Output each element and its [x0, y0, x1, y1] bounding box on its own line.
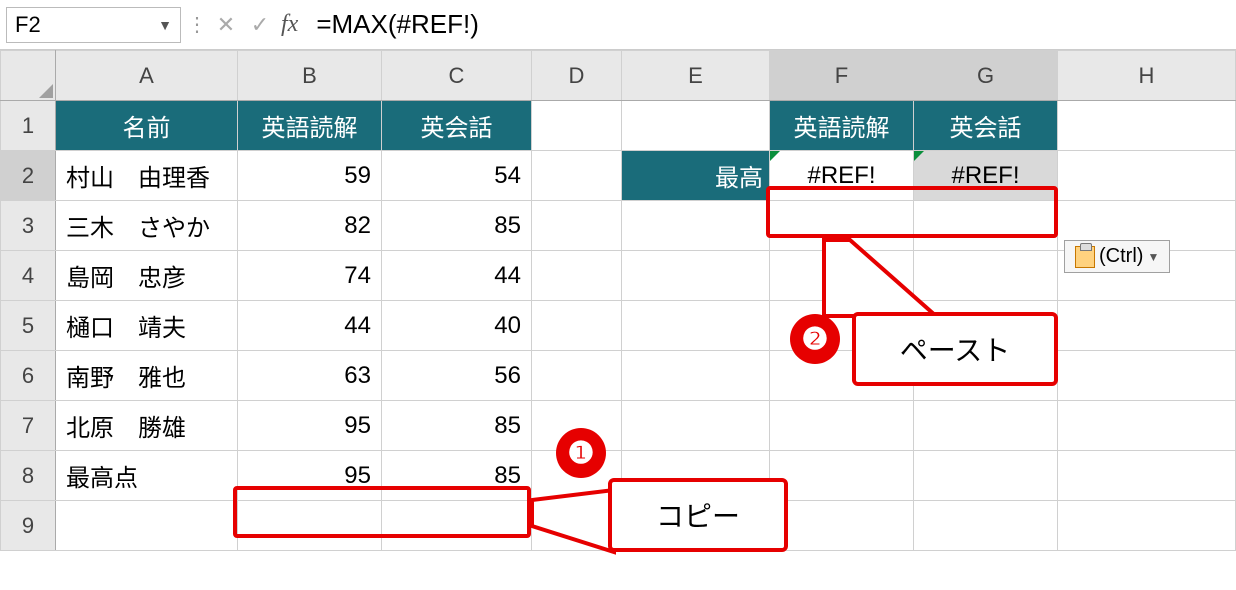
formula-input[interactable] — [308, 7, 1236, 43]
col-head-B[interactable]: B — [238, 51, 382, 101]
row-head-8[interactable]: 8 — [1, 451, 56, 501]
cell-G9[interactable] — [914, 501, 1058, 551]
fx-icon[interactable]: fx — [281, 11, 298, 38]
name-box-value: F2 — [15, 12, 41, 38]
cell-E3[interactable] — [622, 201, 770, 251]
row-head-9[interactable]: 9 — [1, 501, 56, 551]
cell-A3[interactable]: 三木 さやか — [56, 201, 238, 251]
cell-H7[interactable] — [1058, 401, 1236, 451]
cell-C2[interactable]: 54 — [382, 151, 532, 201]
accept-formula-icon[interactable]: ✓ — [243, 8, 277, 42]
cell-B2[interactable]: 59 — [238, 151, 382, 201]
formula-bar: F2 ▼ ⋮ ✕ ✓ fx — [0, 0, 1236, 50]
cell-B9[interactable] — [238, 501, 382, 551]
chevron-down-icon: ▼ — [1147, 250, 1159, 264]
annotation-copy-label: コピー — [656, 495, 740, 535]
max-label: 最高 — [715, 165, 763, 192]
row-head-4[interactable]: 4 — [1, 251, 56, 301]
cell-H8[interactable] — [1058, 451, 1236, 501]
cell-E5[interactable] — [622, 301, 770, 351]
worksheet-grid: A B C D E F G H 1 名前 英語読解 英会話 英語読解 英会話 2… — [0, 50, 1236, 551]
cell-D6[interactable] — [532, 351, 622, 401]
annotation-copy-callout: コピー — [608, 478, 788, 552]
cell-E6[interactable] — [622, 351, 770, 401]
cell-G2[interactable]: #REF! — [914, 151, 1058, 201]
cell-H6[interactable] — [1058, 351, 1236, 401]
col-head-H[interactable]: H — [1058, 51, 1236, 101]
header-speaking-2[interactable]: 英会話 — [914, 101, 1058, 151]
cell-D4[interactable] — [532, 251, 622, 301]
row-head-3[interactable]: 3 — [1, 201, 56, 251]
cell-E4[interactable] — [622, 251, 770, 301]
cell-H2[interactable] — [1058, 151, 1236, 201]
cell-D2[interactable] — [532, 151, 622, 201]
cell-A6[interactable]: 南野 雅也 — [56, 351, 238, 401]
col-head-E[interactable]: E — [622, 51, 770, 101]
header-speaking[interactable]: 英会話 — [382, 101, 532, 151]
cell-B7[interactable]: 95 — [238, 401, 382, 451]
cell-A8[interactable]: 最高点 — [56, 451, 238, 501]
cell-B8[interactable]: 95 — [238, 451, 382, 501]
separator-icon: ⋮ — [187, 12, 203, 37]
header-reading-2[interactable]: 英語読解 — [770, 101, 914, 151]
row-head-1[interactable]: 1 — [1, 101, 56, 151]
select-all-corner[interactable] — [1, 51, 56, 101]
header-name[interactable]: 名前 — [56, 101, 238, 151]
annotation-number-2: ❷ — [790, 314, 840, 364]
header-reading[interactable]: 英語読解 — [238, 101, 382, 151]
cell-E1[interactable] — [622, 101, 770, 151]
cell-F7[interactable] — [770, 401, 914, 451]
cell-C7[interactable]: 85 — [382, 401, 532, 451]
cell-A7[interactable]: 北原 勝雄 — [56, 401, 238, 451]
cell-C6[interactable]: 56 — [382, 351, 532, 401]
row-head-6[interactable]: 6 — [1, 351, 56, 401]
cell-B4[interactable]: 74 — [238, 251, 382, 301]
col-head-F[interactable]: F — [770, 51, 914, 101]
name-box[interactable]: F2 ▼ — [6, 7, 181, 43]
cell-B6[interactable]: 63 — [238, 351, 382, 401]
row-head-7[interactable]: 7 — [1, 401, 56, 451]
cell-F8[interactable] — [770, 451, 914, 501]
col-head-A[interactable]: A — [56, 51, 238, 101]
cell-F2[interactable]: #REF! — [770, 151, 914, 201]
chevron-down-icon[interactable]: ▼ — [158, 17, 172, 33]
col-head-C[interactable]: C — [382, 51, 532, 101]
col-head-D[interactable]: D — [532, 51, 622, 101]
cell-A9[interactable] — [56, 501, 238, 551]
cell-B3[interactable]: 82 — [238, 201, 382, 251]
cell-C5[interactable]: 40 — [382, 301, 532, 351]
annotation-paste-callout: ペースト — [852, 312, 1058, 386]
paste-options-label: (Ctrl) — [1099, 245, 1143, 268]
cell-H1[interactable] — [1058, 101, 1236, 151]
cell-H5[interactable] — [1058, 301, 1236, 351]
clipboard-icon — [1075, 246, 1095, 268]
cell-D5[interactable] — [532, 301, 622, 351]
cell-C3[interactable]: 85 — [382, 201, 532, 251]
row-head-5[interactable]: 5 — [1, 301, 56, 351]
cell-E2-label[interactable]: 最高 ! — [622, 151, 770, 201]
annotation-paste-tail — [820, 236, 940, 321]
paste-options-button[interactable]: (Ctrl) ▼ — [1064, 240, 1170, 273]
cell-F9[interactable] — [770, 501, 914, 551]
annotation-number-1: ❶ — [556, 428, 606, 478]
cell-D1[interactable] — [532, 101, 622, 151]
cell-B5[interactable]: 44 — [238, 301, 382, 351]
cell-G7[interactable] — [914, 401, 1058, 451]
cell-G8[interactable] — [914, 451, 1058, 501]
col-head-G[interactable]: G — [914, 51, 1058, 101]
cancel-formula-icon[interactable]: ✕ — [209, 8, 243, 42]
cell-A2[interactable]: 村山 由理香 — [56, 151, 238, 201]
cell-E7[interactable] — [622, 401, 770, 451]
row-head-2[interactable]: 2 — [1, 151, 56, 201]
cell-D3[interactable] — [532, 201, 622, 251]
cell-C8[interactable]: 85 — [382, 451, 532, 501]
cell-C4[interactable]: 44 — [382, 251, 532, 301]
annotation-paste-label: ペースト — [900, 329, 1011, 369]
annotation-copy-tail — [528, 486, 618, 556]
cell-A4[interactable]: 島岡 忠彦 — [56, 251, 238, 301]
cell-H9[interactable] — [1058, 501, 1236, 551]
cell-C9[interactable] — [382, 501, 532, 551]
cell-A5[interactable]: 樋口 靖夫 — [56, 301, 238, 351]
